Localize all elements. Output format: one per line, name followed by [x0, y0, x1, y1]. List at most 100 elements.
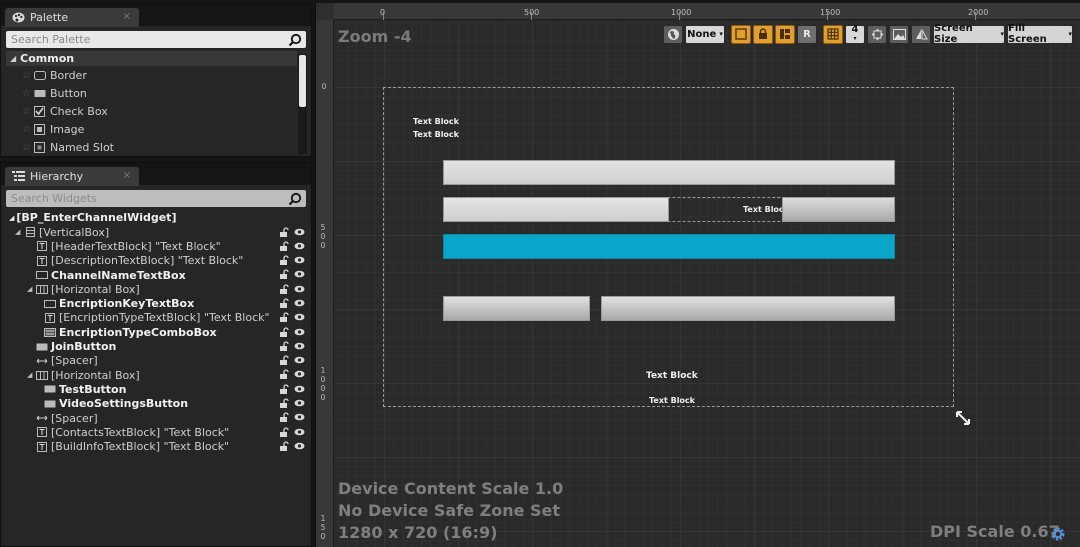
tree-row[interactable]: [DescriptionTextBlock] "Text Block" — [1, 254, 311, 268]
encription-key-text-box[interactable] — [443, 197, 669, 222]
collapse-triangle-icon[interactable]: ◢ — [27, 285, 36, 293]
favorite-star-icon[interactable]: ☆ — [22, 142, 31, 153]
tree-row[interactable]: [HeaderTextBlock] "Text Block" — [1, 239, 311, 253]
favorite-star-icon[interactable]: ☆ — [22, 70, 31, 81]
resize-handle-icon[interactable] — [955, 410, 971, 426]
category-common[interactable]: ◢ Common — [6, 51, 297, 66]
unlock-icon[interactable] — [278, 426, 289, 437]
close-icon[interactable]: × — [123, 11, 131, 22]
tree-row[interactable]: [EncriptionTypeTextBlock] "Text Block" — [1, 311, 311, 325]
visibility-eye-icon[interactable] — [294, 426, 305, 437]
visibility-eye-icon[interactable] — [294, 369, 305, 380]
tree-row[interactable]: EncriptionKeyTextBox — [1, 296, 311, 310]
palette-item-image[interactable]: ☆ Image — [6, 120, 297, 138]
r-button[interactable]: R — [797, 24, 817, 44]
unlock-icon[interactable] — [278, 226, 289, 237]
palette-tab[interactable]: Palette × — [5, 8, 139, 27]
hierarchy-tab[interactable]: Hierarchy × — [5, 167, 139, 186]
tree-row[interactable]: ChannelNameTextBox — [1, 268, 311, 282]
tree-row[interactable]: JoinButton — [1, 339, 311, 353]
description-text-block[interactable]: Text Block — [413, 130, 459, 139]
unlock-icon[interactable] — [278, 269, 289, 280]
hierarchy-search-input[interactable] — [6, 190, 306, 207]
visibility-eye-icon[interactable] — [294, 297, 305, 308]
text-block-icon — [44, 312, 56, 323]
collapse-triangle-icon[interactable]: ◢ — [15, 228, 24, 236]
fill-screen-dropdown[interactable]: Fill Screen ▾ — [1007, 23, 1073, 45]
unlock-icon[interactable] — [278, 283, 289, 294]
unlock-icon[interactable] — [278, 240, 289, 251]
visibility-eye-icon[interactable] — [294, 440, 305, 451]
tree-row[interactable]: ◢ [Horizontal Box] — [1, 282, 311, 296]
tree-row-label: [Horizontal Box] — [51, 368, 140, 382]
search-icon[interactable] — [288, 192, 302, 206]
visibility-eye-icon[interactable] — [294, 283, 305, 294]
test-button[interactable] — [443, 296, 590, 321]
visibility-eye-icon[interactable] — [294, 269, 305, 280]
visibility-eye-icon[interactable] — [294, 340, 305, 351]
visibility-eye-icon[interactable] — [294, 326, 305, 337]
tree-row[interactable]: ◢ [VerticalBox] — [1, 225, 311, 239]
unlock-icon[interactable] — [278, 340, 289, 351]
visibility-eye-icon[interactable] — [294, 312, 305, 323]
move-button[interactable] — [867, 24, 887, 44]
tree-row[interactable]: TestButton — [1, 382, 311, 396]
palette-item-checkbox[interactable]: ☆ Check Box — [6, 102, 297, 120]
palette-scrollbar[interactable] — [298, 54, 307, 154]
video-settings-button[interactable] — [601, 296, 895, 321]
localization-preview-dropdown[interactable]: None ▾ — [685, 24, 725, 44]
visibility-eye-icon[interactable] — [294, 226, 305, 237]
grid-snap-value-dropdown[interactable]: 4 ▾ — [845, 24, 865, 44]
tree-row[interactable]: VideoSettingsButton — [1, 397, 311, 411]
tree-row[interactable]: [Spacer] — [1, 354, 311, 368]
unlock-icon[interactable] — [278, 383, 289, 394]
palette-item-button[interactable]: ☆ Button — [6, 84, 297, 102]
contacts-text-block[interactable]: Text Block — [646, 371, 698, 381]
palette-search-input[interactable] — [6, 31, 306, 48]
close-icon[interactable]: × — [123, 170, 131, 181]
unlock-icon[interactable] — [278, 369, 289, 380]
favorite-star-icon[interactable]: ☆ — [22, 124, 31, 135]
favorite-star-icon[interactable]: ☆ — [22, 88, 31, 99]
globe-button[interactable] — [663, 24, 683, 44]
visibility-eye-icon[interactable] — [294, 412, 305, 423]
visibility-eye-icon[interactable] — [294, 255, 305, 266]
screen-size-dropdown[interactable]: Screen Size ▾ — [933, 23, 1005, 45]
lock-button[interactable] — [753, 24, 773, 44]
unlock-icon[interactable] — [278, 355, 289, 366]
encription-type-combo-box[interactable] — [782, 197, 895, 222]
collapse-triangle-icon[interactable]: ◢ — [27, 371, 36, 379]
grid-snap-toggle[interactable] — [823, 24, 843, 44]
tree-root[interactable]: ◢ [BP_EnterChannelWidget] — [1, 210, 311, 225]
tree-row[interactable]: [ContactsTextBlock] "Text Block" — [1, 425, 311, 439]
build-info-text-block[interactable]: Text Block — [649, 396, 695, 405]
tree-row[interactable]: ◢ [Horizontal Box] — [1, 368, 311, 382]
gear-icon[interactable] — [1050, 526, 1066, 542]
unlock-icon[interactable] — [278, 412, 289, 423]
tree-row[interactable]: EncriptionTypeComboBox — [1, 325, 311, 339]
visibility-eye-icon[interactable] — [294, 398, 305, 409]
transform-mode-button[interactable] — [775, 24, 795, 44]
channel-name-text-box[interactable] — [443, 160, 895, 185]
background-image-button[interactable] — [889, 24, 909, 44]
tree-row[interactable]: [BuildInfoTextBlock] "Text Block" — [1, 439, 311, 453]
join-button[interactable] — [443, 234, 895, 259]
palette-item-named-slot[interactable]: ☆ Named Slot — [6, 138, 297, 156]
visibility-eye-icon[interactable] — [294, 383, 305, 394]
flip-button[interactable] — [911, 24, 931, 44]
unlock-icon[interactable] — [278, 312, 289, 323]
scrollbar-thumb[interactable] — [299, 55, 306, 107]
palette-item-border[interactable]: ☆ Border — [6, 66, 297, 84]
favorite-star-icon[interactable]: ☆ — [22, 106, 31, 117]
unlock-icon[interactable] — [278, 398, 289, 409]
header-text-block[interactable]: Text Block — [413, 117, 459, 126]
search-icon[interactable] — [288, 33, 302, 47]
unlock-icon[interactable] — [278, 326, 289, 337]
tree-row[interactable]: [Spacer] — [1, 411, 311, 425]
unlock-icon[interactable] — [278, 297, 289, 308]
unlock-icon[interactable] — [278, 440, 289, 451]
respect-locks-button[interactable] — [731, 24, 751, 44]
visibility-eye-icon[interactable] — [294, 240, 305, 251]
visibility-eye-icon[interactable] — [294, 355, 305, 366]
unlock-icon[interactable] — [278, 255, 289, 266]
